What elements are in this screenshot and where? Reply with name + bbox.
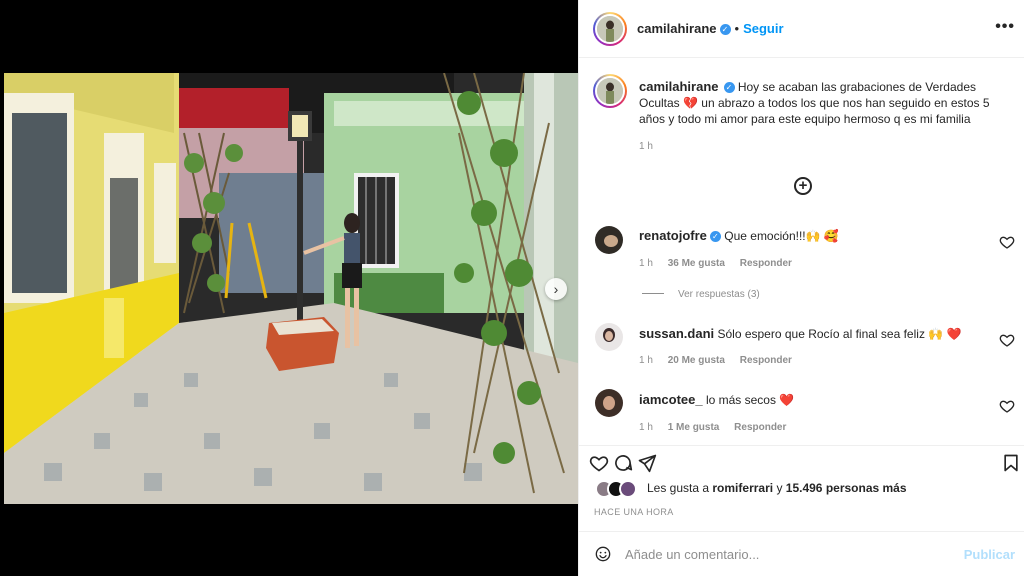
verified-badge-icon: ✓ (709, 231, 721, 242)
author-avatar[interactable] (593, 12, 627, 46)
share-send-icon[interactable] (637, 453, 657, 473)
comment-text: Que emoción!!!🙌 🥰 (724, 229, 839, 243)
author-username[interactable]: camilahirane (637, 21, 717, 36)
liker-avatar (619, 480, 637, 498)
comment-meta: 1 h 36 Me gusta Responder (639, 258, 792, 269)
comment-text: Sólo espero que Rocío al final sea feliz… (717, 327, 962, 341)
media-area: › (0, 0, 578, 576)
comment-likes[interactable]: 20 Me gusta (668, 355, 725, 366)
comment-meta: 1 h 1 Me gusta Responder (639, 422, 786, 433)
likes-count-link[interactable]: 15.496 personas más (786, 481, 907, 495)
comment-row: renatojofre ✓ Que emoción!!!🙌 🥰 (639, 228, 839, 243)
comment-row: iamcotee_ lo más secos ❤️ (639, 392, 794, 407)
comment-avatar[interactable] (595, 226, 623, 254)
caption-username[interactable]: camilahirane (639, 79, 719, 94)
view-replies-button[interactable]: Ver respuestas (3) (642, 289, 760, 300)
reply-button[interactable]: Responder (740, 355, 792, 366)
post-header: camilahirane ✓ • Seguir ••• (579, 0, 1024, 58)
comment-time: 1 h (639, 422, 653, 433)
comment-time: 1 h (639, 355, 653, 366)
likers-avatars[interactable] (595, 480, 641, 498)
comment-likes[interactable]: 36 Me gusta (668, 258, 725, 269)
likes-prefix: Les gusta a (647, 481, 710, 495)
load-more-comments-icon[interactable]: + (794, 177, 812, 195)
likes-summary: Les gusta a romiferrari y 15.496 persona… (647, 481, 907, 495)
reply-button[interactable]: Responder (734, 422, 786, 433)
view-replies-label: Ver respuestas (3) (678, 289, 760, 300)
post-photo[interactable] (4, 73, 578, 504)
chevron-right-icon: › (553, 281, 559, 297)
follow-button[interactable]: Seguir (743, 21, 783, 36)
like-heart-icon[interactable] (589, 453, 609, 473)
post-caption: camilahirane ✓ Hoy se acaban las grabacio… (639, 79, 1011, 127)
header-user-line: camilahirane ✓ • Seguir (637, 20, 784, 38)
next-photo-button[interactable]: › (545, 278, 567, 300)
like-comment-heart-icon[interactable] (999, 398, 1015, 414)
post-timestamp[interactable]: HACE UNA HORA (594, 507, 674, 517)
more-options-icon[interactable]: ••• (995, 18, 1015, 36)
comment-bubble-icon[interactable] (613, 453, 633, 473)
add-comment-row: Publicar (579, 531, 1024, 576)
comment-username[interactable]: iamcotee_ (639, 392, 703, 407)
avatar-photo (597, 16, 623, 42)
likes-conj: y (776, 481, 783, 495)
caption-author-avatar[interactable] (593, 74, 627, 108)
dot-separator: • (734, 21, 740, 36)
set-photo-illustration (4, 73, 578, 504)
comment-text: lo más secos ❤️ (705, 393, 795, 407)
avatar-photo (597, 78, 623, 104)
publish-button[interactable]: Publicar (964, 547, 1015, 562)
comment-input[interactable] (625, 544, 955, 564)
reply-button[interactable]: Responder (740, 258, 792, 269)
like-comment-heart-icon[interactable] (999, 332, 1015, 348)
comment-row: sussan.dani Sólo espero que Rocío al fin… (639, 326, 962, 341)
comment-avatar[interactable] (595, 389, 623, 417)
comment-username[interactable]: sussan.dani (639, 326, 714, 341)
verified-badge-icon: ✓ (719, 24, 731, 35)
verified-badge-icon: ✓ (723, 82, 735, 93)
save-bookmark-icon[interactable] (1001, 453, 1021, 473)
instagram-post-view: › camilahirane ✓ • Seguir ••• camilahira… (0, 0, 1024, 576)
caption-time: 1 h (639, 141, 653, 152)
divider-line (642, 293, 664, 294)
comment-username[interactable]: renatojofre (639, 228, 707, 243)
comment-time: 1 h (639, 258, 653, 269)
comment-likes[interactable]: 1 Me gusta (668, 422, 720, 433)
comment-avatar[interactable] (595, 323, 623, 351)
like-comment-heart-icon[interactable] (999, 234, 1015, 250)
comment-meta: 1 h 20 Me gusta Responder (639, 355, 792, 366)
post-details-panel: camilahirane ✓ • Seguir ••• camilahirane ✓ H… (578, 0, 1024, 576)
emoji-icon[interactable] (595, 546, 611, 562)
likes-user-link[interactable]: romiferrari (712, 481, 773, 495)
